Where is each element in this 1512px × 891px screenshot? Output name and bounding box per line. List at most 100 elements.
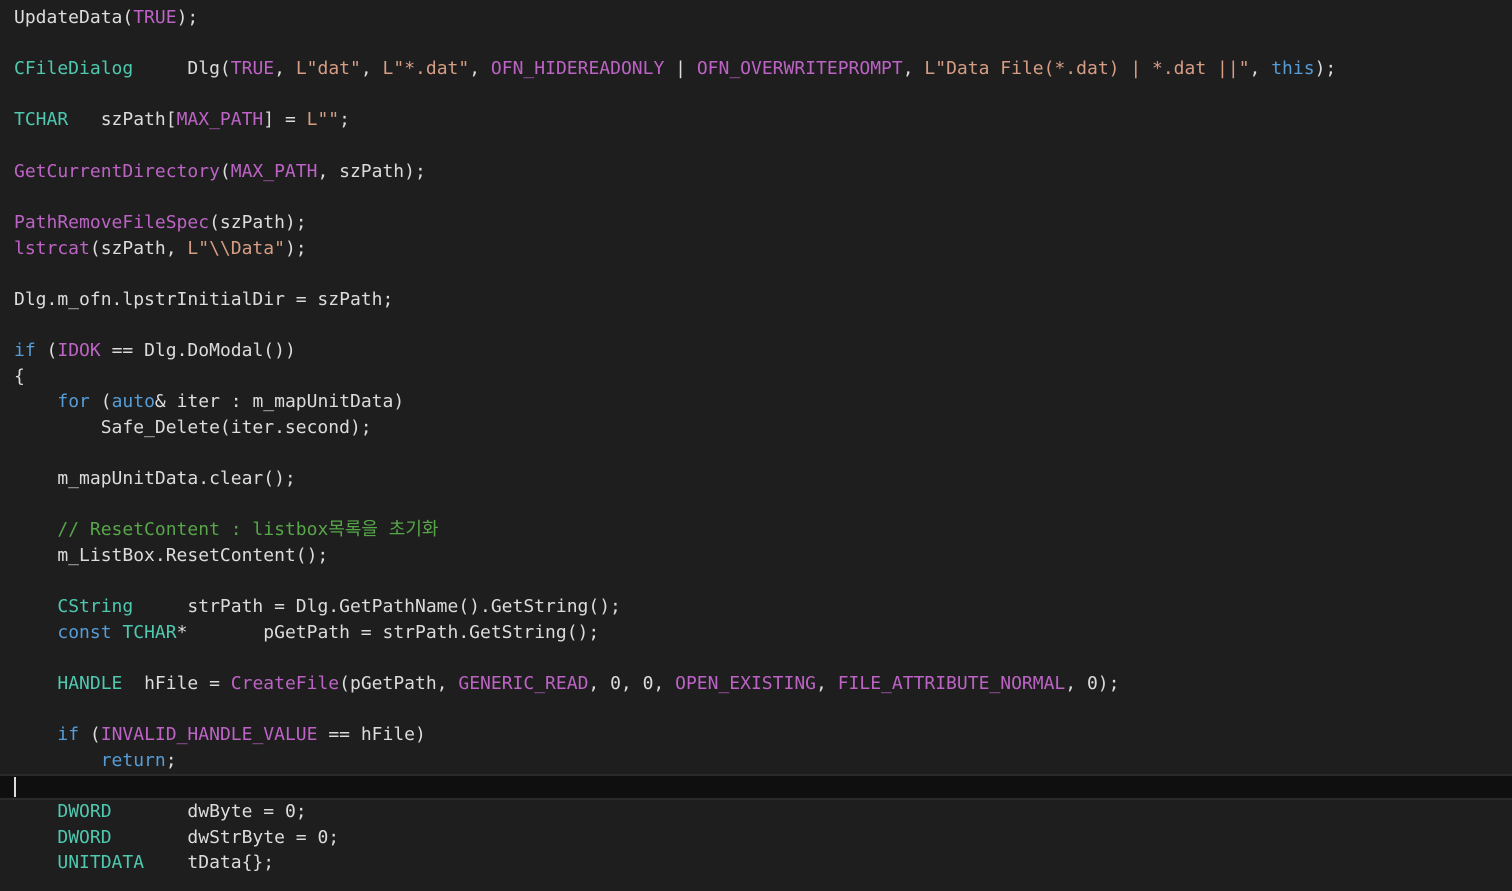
code-line[interactable] — [0, 184, 1512, 210]
code-token: dwStrByte = 0; — [111, 827, 340, 848]
code-token: dwByte = 0; — [111, 801, 307, 822]
code-token: for — [57, 391, 90, 412]
code-token: CString — [57, 596, 134, 617]
code-token: ( — [89, 391, 112, 412]
code-line[interactable]: DWORD dwStrByte = 0; — [0, 825, 1512, 851]
code-token: == hFile) — [317, 724, 426, 745]
code-line[interactable]: if (IDOK == Dlg.DoModal()) — [0, 338, 1512, 364]
code-line[interactable]: Safe_Delete(iter.second); — [0, 415, 1512, 441]
code-token: DWORD — [57, 827, 112, 848]
code-token: L"\\Data" — [187, 238, 285, 259]
code-line[interactable]: GetCurrentDirectory(MAX_PATH, szPath); — [0, 159, 1512, 185]
code-line[interactable] — [0, 133, 1512, 159]
code-token: hFile = — [122, 673, 231, 694]
code-line[interactable]: CString strPath = Dlg.GetPathName().GetS… — [0, 594, 1512, 620]
code-line[interactable] — [0, 569, 1512, 595]
code-token: OFN_OVERWRITEPROMPT — [696, 58, 903, 79]
code-line[interactable] — [0, 492, 1512, 518]
code-token: TCHAR — [122, 622, 177, 643]
code-line[interactable]: UpdateData(TRUE); — [0, 5, 1512, 31]
code-token: UNITDATA — [57, 852, 145, 873]
code-line[interactable] — [0, 261, 1512, 287]
code-line[interactable]: const TCHAR* pGetPath = strPath.GetStrin… — [0, 620, 1512, 646]
code-line[interactable]: CFileDialog Dlg(TRUE, L"dat", L"*.dat", … — [0, 56, 1512, 82]
code-line[interactable]: DWORD dwByte = 0; — [0, 799, 1512, 825]
code-line[interactable]: TCHAR szPath[MAX_PATH] = L""; — [0, 107, 1512, 133]
code-line-current[interactable] — [0, 774, 1512, 800]
code-token: ); — [284, 238, 307, 259]
code-token: Dlg( — [133, 58, 231, 79]
code-line[interactable]: m_ListBox.ResetContent(); — [0, 543, 1512, 569]
code-line[interactable]: Dlg.m_ofn.lpstrInitialDir = szPath; — [0, 287, 1512, 313]
code-token: CreateFile — [230, 673, 340, 694]
code-line[interactable] — [0, 31, 1512, 57]
code-token: OFN_HIDEREADONLY — [490, 58, 665, 79]
code-token: PathRemoveFileSpec — [14, 212, 210, 233]
code-token: MAX_PATH — [176, 109, 264, 130]
code-line[interactable]: return; — [0, 748, 1512, 774]
code-token: , 0); — [1065, 673, 1120, 694]
code-token: TRUE — [230, 58, 275, 79]
code-token: ; — [165, 750, 177, 771]
code-token: tData{}; — [144, 852, 275, 873]
code-token: if — [14, 340, 36, 361]
code-token: DWORD — [57, 801, 112, 822]
code-token: (pGetPath, — [339, 673, 459, 694]
code-token: ( — [219, 161, 231, 182]
code-token: auto — [111, 391, 155, 412]
code-token: (szPath, — [89, 238, 188, 259]
code-line[interactable] — [0, 697, 1512, 723]
code-token: FILE_ATTRIBUTE_NORMAL — [837, 673, 1066, 694]
code-token: , — [274, 58, 296, 79]
code-line[interactable]: UNITDATA tData{}; — [0, 850, 1512, 876]
code-token: ( — [35, 340, 58, 361]
code-token: TRUE — [133, 7, 177, 28]
code-token: GetCurrentDirectory — [14, 161, 220, 182]
code-token: L"dat" — [295, 58, 361, 79]
code-token: Dlg.m_ofn.lpstrInitialDir = szPath; — [14, 289, 394, 310]
code-token: CFileDialog — [14, 58, 134, 79]
code-token: L"*.dat" — [382, 58, 470, 79]
code-line[interactable]: // ResetContent : listbox목록을 초기화 — [0, 517, 1512, 543]
code-line[interactable]: lstrcat(szPath, L"\\Data"); — [0, 236, 1512, 262]
code-token: // ResetContent : listbox목록을 초기화 — [57, 519, 439, 540]
code-token: HANDLE — [57, 673, 123, 694]
code-token: const — [57, 622, 112, 643]
code-line[interactable]: m_mapUnitData.clear(); — [0, 466, 1512, 492]
code-line[interactable]: if (INVALID_HANDLE_VALUE == hFile) — [0, 722, 1512, 748]
code-line[interactable]: { — [0, 364, 1512, 390]
code-token: , — [469, 58, 491, 79]
code-line[interactable]: PathRemoveFileSpec(szPath); — [0, 210, 1512, 236]
code-token: lstrcat — [14, 238, 90, 259]
code-line[interactable] — [0, 645, 1512, 671]
code-token: strPath = Dlg.GetPathName().GetString(); — [133, 596, 621, 617]
code-editor[interactable]: UpdateData(TRUE); CFileDialog Dlg(TRUE, L… — [0, 0, 1512, 891]
code-token: ; — [339, 109, 350, 130]
code-line[interactable] — [0, 82, 1512, 108]
code-token: szPath[ — [68, 109, 177, 130]
code-token: INVALID_HANDLE_VALUE — [100, 724, 318, 745]
code-line[interactable]: HANDLE hFile = CreateFile(pGetPath, GENE… — [0, 671, 1512, 697]
code-token: ); — [176, 7, 199, 28]
code-token: == Dlg.DoModal()) — [100, 340, 296, 361]
code-token: m_mapUnitData.clear(); — [14, 468, 296, 489]
code-token: this — [1271, 58, 1315, 79]
code-token: IDOK — [57, 340, 101, 361]
code-line[interactable] — [0, 441, 1512, 467]
code-line[interactable] — [0, 312, 1512, 338]
code-token: L"" — [306, 109, 340, 130]
code-token: { — [14, 366, 25, 387]
code-token: MAX_PATH — [230, 161, 318, 182]
code-token: , — [1249, 58, 1272, 79]
code-token: UpdateData( — [14, 7, 134, 28]
code-token: & iter : m_mapUnitData) — [154, 391, 405, 412]
code-token: , — [360, 58, 383, 79]
code-token: , — [902, 58, 925, 79]
code-line[interactable]: for (auto& iter : m_mapUnitData) — [0, 389, 1512, 415]
